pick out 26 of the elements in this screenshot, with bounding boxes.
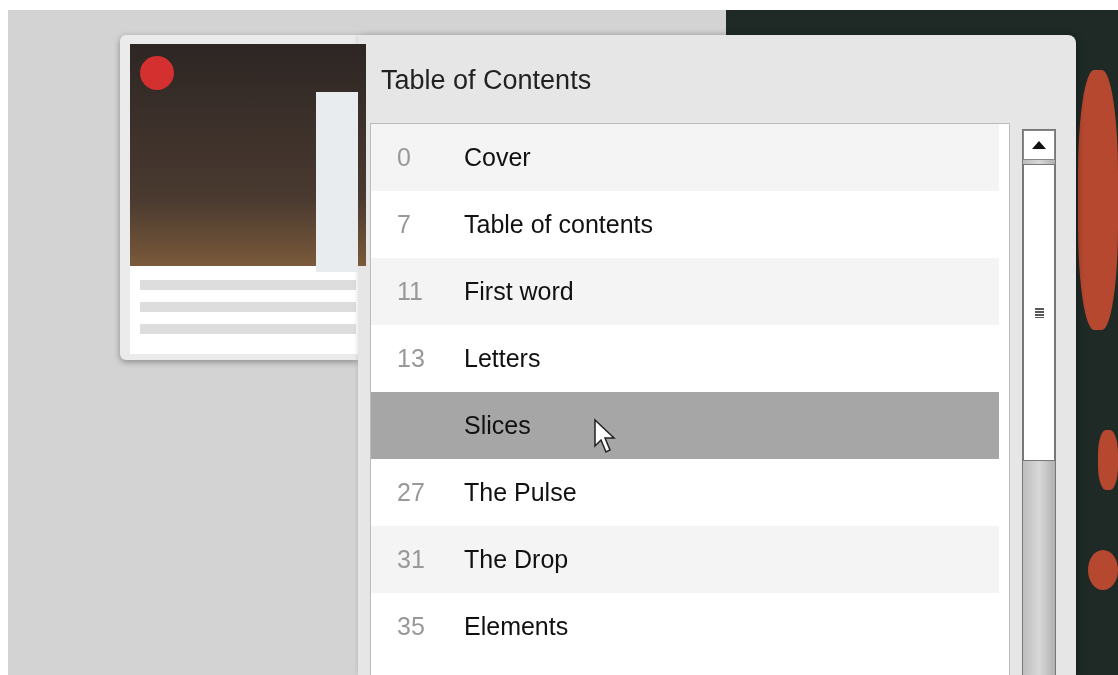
item-label: The Pulse (464, 478, 577, 507)
item-label: Table of contents (464, 210, 653, 239)
page-number: 35 (397, 612, 425, 640)
toc-item[interactable]: 11 First word (371, 258, 999, 325)
page-number: 11 (397, 277, 423, 305)
item-label: Slices (464, 411, 531, 440)
scroll-up-button[interactable] (1023, 130, 1055, 160)
grip-icon (1034, 307, 1044, 318)
scroll-thumb[interactable] (1023, 164, 1055, 461)
page-number: 0 (397, 143, 411, 171)
item-label: Elements (464, 612, 569, 641)
item-label: Cover (464, 143, 531, 172)
scrollbar[interactable] (1022, 129, 1056, 675)
toc-item[interactable]: 0 Cover (371, 124, 999, 191)
toc-item[interactable]: Slices (371, 392, 999, 459)
up-triangle-icon (1032, 141, 1046, 149)
page-number: 31 (397, 545, 425, 573)
item-label: The Drop (464, 545, 569, 574)
page-number: 13 (397, 344, 425, 372)
item-label: First word (464, 277, 574, 306)
panel-title: Table of Contents (380, 64, 593, 97)
item-label: Letters (464, 344, 541, 373)
page-number: 27 (397, 478, 425, 506)
toc-item[interactable]: 31 The Drop (371, 526, 999, 593)
page-number: 7 (397, 210, 411, 238)
pointer-cursor-icon (593, 418, 617, 454)
